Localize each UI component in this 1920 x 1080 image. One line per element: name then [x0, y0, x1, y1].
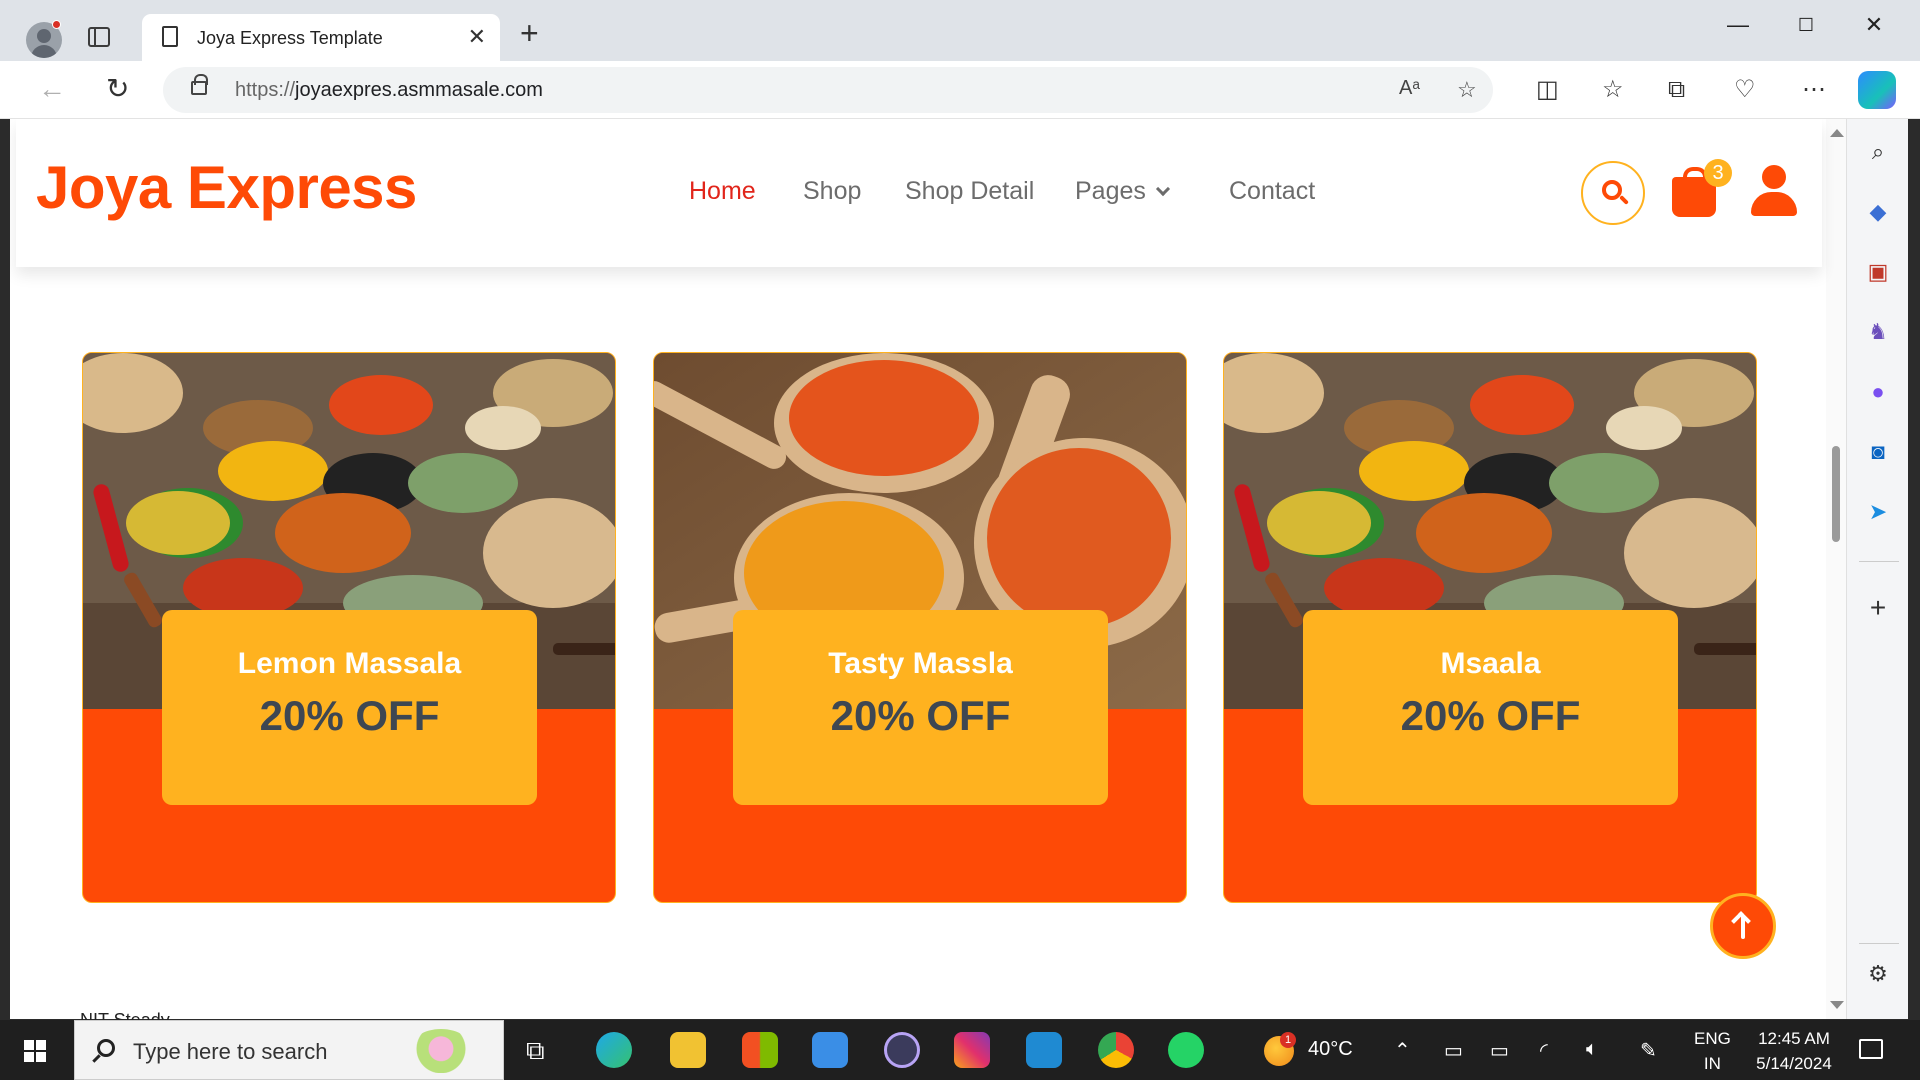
- nav-pages[interactable]: Pages: [1075, 177, 1170, 206]
- nav-home[interactable]: Home: [689, 177, 756, 206]
- minimize-icon[interactable]: —: [1718, 10, 1758, 40]
- window-close-icon[interactable]: ✕: [1854, 10, 1894, 40]
- chevron-down-icon: [1155, 181, 1170, 197]
- search-highlight-lotus-icon: [409, 1029, 473, 1073]
- site-logo[interactable]: Joya Express: [36, 153, 417, 222]
- battery-icon[interactable]: ▭: [1490, 1038, 1509, 1063]
- tab-close-icon[interactable]: ✕: [468, 24, 486, 50]
- send-icon[interactable]: ➤: [1865, 499, 1891, 525]
- edge-app-icon[interactable]: [596, 1032, 632, 1068]
- back-to-top-button[interactable]: [1710, 893, 1776, 959]
- vscode-icon[interactable]: [1026, 1032, 1062, 1068]
- offer-label-box: Lemon Massala 20% OFF: [162, 610, 537, 805]
- offer-card[interactable]: Tasty Massla 20% OFF: [653, 352, 1187, 903]
- browser-essentials-icon[interactable]: ♡: [1734, 77, 1756, 103]
- search-icon: [97, 1039, 115, 1057]
- windows-start-icon[interactable]: [24, 1040, 46, 1062]
- maximize-icon[interactable]: ☐: [1786, 10, 1826, 40]
- browser-toolbar: ← ↻ https://joyaexpres.asmmasale.com Aᵃ …: [0, 61, 1920, 119]
- scroll-down-arrow-icon[interactable]: [1830, 1001, 1844, 1009]
- read-aloud-icon[interactable]: Aᵃ: [1399, 77, 1420, 100]
- offer-label-box: Msaala 20% OFF: [1303, 610, 1678, 805]
- microsoft-store-icon[interactable]: [742, 1032, 778, 1068]
- media-player-icon[interactable]: [884, 1032, 920, 1068]
- lock-icon[interactable]: [191, 74, 208, 95]
- clock[interactable]: 12:45 AM 5/14/2024: [1744, 1026, 1844, 1076]
- notification-center-icon[interactable]: [1859, 1039, 1883, 1059]
- edge-sidebar: ⌕ ◆ ▣ ♞ ● ◙ ➤ + ⚙: [1846, 119, 1908, 1019]
- shopping-tag-icon[interactable]: ◆: [1865, 199, 1891, 225]
- offer-card[interactable]: Lemon Massala 20% OFF: [82, 352, 616, 903]
- taskbar-search-placeholder: Type here to search: [133, 1039, 328, 1064]
- offer-discount: 20% OFF: [259, 692, 440, 739]
- weather-alert-badge: 1: [1280, 1032, 1296, 1048]
- mail-icon[interactable]: [812, 1032, 848, 1068]
- offer-name: Msaala: [1440, 647, 1541, 680]
- sidebar-divider: [1859, 561, 1899, 562]
- sidebar-settings-gear-icon[interactable]: ⚙: [1865, 961, 1891, 987]
- collections-icon[interactable]: ⧉: [1668, 77, 1685, 103]
- windows-taskbar: Type here to search ⧉ 1 40°C ⌃ ▭ ▭ ◜ 🔈︎ …: [0, 1020, 1920, 1080]
- url-text[interactable]: https://joyaexpres.asmmasale.com: [235, 79, 543, 102]
- sidebar-search-icon[interactable]: ⌕: [1865, 139, 1891, 165]
- user-account-icon[interactable]: [1751, 165, 1797, 217]
- page-icon: [162, 26, 178, 47]
- chrome-icon[interactable]: [1098, 1032, 1134, 1068]
- favorites-icon[interactable]: ☆: [1602, 77, 1624, 103]
- file-explorer-icon[interactable]: [670, 1032, 706, 1068]
- refresh-icon[interactable]: ↻: [106, 75, 129, 103]
- scroll-thumb[interactable]: [1832, 446, 1840, 542]
- split-screen-icon[interactable]: ◫: [1536, 77, 1559, 103]
- nav-shop[interactable]: Shop: [803, 177, 861, 206]
- scroll-up-arrow-icon[interactable]: [1830, 129, 1844, 137]
- volume-icon[interactable]: 🔈︎: [1586, 1038, 1598, 1061]
- games-icon[interactable]: ♞: [1865, 319, 1891, 345]
- offer-name: Lemon Massala: [237, 647, 462, 680]
- wifi-icon[interactable]: ◜: [1540, 1038, 1548, 1063]
- browser-tab[interactable]: Joya Express Template ✕: [142, 14, 500, 61]
- taskbar-search-box[interactable]: Type here to search: [74, 1020, 504, 1080]
- favorite-star-icon[interactable]: ☆: [1457, 77, 1477, 103]
- more-options-icon[interactable]: ⋯: [1802, 77, 1826, 103]
- offer-discount: 20% OFF: [1400, 692, 1581, 739]
- offer-label-box: Tasty Massla 20% OFF: [733, 610, 1108, 805]
- add-sidebar-app-icon[interactable]: +: [1865, 594, 1891, 622]
- offer-card[interactable]: Msaala 20% OFF: [1223, 352, 1757, 903]
- whatsapp-icon[interactable]: [1168, 1032, 1204, 1068]
- page-scrollbar[interactable]: [1826, 119, 1846, 1019]
- back-arrow-icon[interactable]: ←: [38, 75, 66, 103]
- offer-name: Tasty Massla: [828, 647, 1013, 680]
- outlook-icon[interactable]: ◙: [1865, 439, 1891, 465]
- offer-discount: 20% OFF: [830, 692, 1011, 739]
- meet-now-icon[interactable]: ▭: [1444, 1038, 1463, 1063]
- copilot-sidebar-icon[interactable]: ●: [1865, 379, 1891, 405]
- site-search-button[interactable]: [1581, 161, 1645, 225]
- tab-actions-icon[interactable]: [88, 27, 110, 47]
- tab-title: Joya Express Template: [197, 28, 383, 48]
- site-header: Joya Express Home Shop Shop Detail Pages…: [16, 119, 1822, 267]
- browser-tab-bar: Joya Express Template ✕ + — ☐ ✕: [0, 0, 1920, 61]
- profile-notification-dot: [52, 20, 61, 29]
- nav-contact[interactable]: Contact: [1229, 177, 1315, 206]
- tools-icon[interactable]: ▣: [1865, 259, 1891, 285]
- page-viewport: Joya Express Home Shop Shop Detail Pages…: [10, 119, 1846, 1019]
- show-hidden-icons-chevron-up-icon[interactable]: ⌃: [1394, 1038, 1411, 1063]
- temperature[interactable]: 40°C: [1308, 1038, 1353, 1061]
- instagram-icon[interactable]: [954, 1032, 990, 1068]
- new-tab-icon[interactable]: +: [520, 17, 539, 49]
- cart-count-badge: 3: [1704, 159, 1732, 187]
- task-view-icon[interactable]: ⧉: [526, 1034, 545, 1066]
- nav-shop-detail[interactable]: Shop Detail: [905, 177, 1034, 206]
- language-indicator[interactable]: ENG IN: [1694, 1026, 1731, 1076]
- sidebar-divider: [1859, 943, 1899, 944]
- copilot-icon[interactable]: [1858, 71, 1896, 109]
- address-bar[interactable]: https://joyaexpres.asmmasale.com Aᵃ ☆: [163, 67, 1493, 113]
- pen-icon[interactable]: ✎: [1640, 1038, 1657, 1063]
